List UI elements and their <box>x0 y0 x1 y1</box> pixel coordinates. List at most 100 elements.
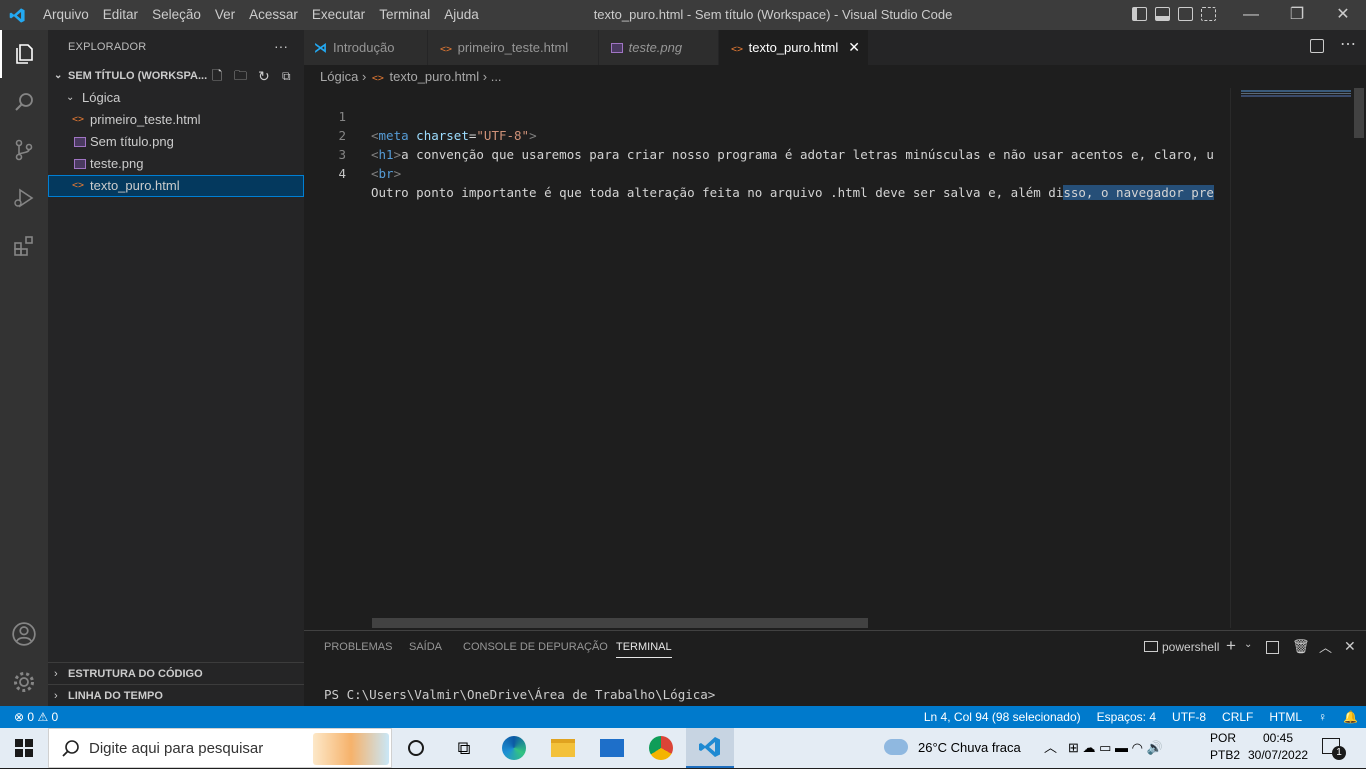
folder-logica[interactable]: ⌄ Lógica <box>48 87 304 109</box>
code-editor[interactable]: 1 <meta charset="UTF-8"> 2 <h1>a convenç… <box>304 88 1230 628</box>
language-mode[interactable]: HTML <box>1261 706 1310 728</box>
start-button[interactable] <box>0 728 48 768</box>
collapse-all-icon[interactable]: ⧉ <box>282 65 291 87</box>
more-tab-actions-icon[interactable]: ⋯ <box>1340 34 1356 54</box>
refresh-icon[interactable]: ↻ <box>258 65 270 87</box>
restore-button[interactable]: ❐ <box>1274 0 1320 30</box>
tab-texto-puro[interactable]: <> texto_puro.html ✕ <box>719 30 869 65</box>
file-item-primeiro-teste[interactable]: <> primeiro_teste.html <box>48 109 304 131</box>
close-window-button[interactable]: ✕ <box>1320 0 1366 30</box>
image-file-icon <box>74 137 86 147</box>
encoding[interactable]: UTF-8 <box>1164 706 1214 728</box>
menu-item-ver[interactable]: Ver <box>208 0 242 30</box>
editor-tabs: ⋊ Introdução <> primeiro_teste.html teste… <box>304 30 1366 65</box>
file-item-texto-puro[interactable]: <> texto_puro.html <box>48 175 304 197</box>
chrome-icon[interactable] <box>637 728 685 768</box>
breadcrumb: Lógica › <> texto_puro.html › ... <box>320 66 502 88</box>
html-file-icon: <> <box>371 73 384 84</box>
notifications-bell-icon[interactable]: 🔔 <box>1335 706 1366 728</box>
file-item-sem-titulo[interactable]: Sem título.png <box>48 131 304 153</box>
chevron-up-icon[interactable]: ︿ <box>1044 728 1057 768</box>
file-item-teste-png[interactable]: teste.png <box>48 153 304 175</box>
toggle-panel-icon[interactable] <box>1155 7 1170 21</box>
tab-introducao[interactable]: ⋊ Introdução <box>304 30 428 65</box>
clock[interactable]: 00:45 30/07/2022 <box>1248 730 1308 764</box>
tab-label: primeiro_teste.html <box>457 40 569 55</box>
weather-icon[interactable] <box>884 728 908 768</box>
terminal-prompt[interactable]: PS C:\Users\Valmir\OneDrive\Área de Trab… <box>324 687 715 702</box>
tab-saida[interactable]: SAÍDA <box>409 641 442 653</box>
tab-console-depuracao[interactable]: CONSOLE DE DEPURAÇÃO <box>463 641 608 653</box>
breadcrumb-more[interactable]: ... <box>491 69 502 84</box>
run-debug-icon[interactable] <box>0 174 48 222</box>
html-file-icon: <> <box>71 114 85 125</box>
end-of-line[interactable]: CRLF <box>1214 706 1261 728</box>
menu-item-selecao[interactable]: Seleção <box>145 0 208 30</box>
toggle-secondary-sidebar-icon[interactable] <box>1178 7 1193 21</box>
minimap-line <box>1241 93 1351 94</box>
workspace-header[interactable]: ⌄ SEM TÍTULO (WORKSPA... 🗋 🗀 ↻ ⧉ <box>48 65 304 87</box>
menu-item-acessar[interactable]: Acessar <box>242 0 305 30</box>
explorer-icon[interactable] <box>0 30 48 78</box>
terminal-shell-selector[interactable]: powershell <box>1144 640 1219 654</box>
minimize-button[interactable]: — <box>1228 0 1274 30</box>
menu-item-executar[interactable]: Executar <box>305 0 372 30</box>
feedback-icon[interactable]: ♀ <box>1310 706 1335 728</box>
breadcrumb-folder[interactable]: Lógica <box>320 69 358 84</box>
weather-text[interactable]: 26°C Chuva fraca <box>918 728 1021 768</box>
task-view-icon[interactable]: ⧉ <box>440 728 488 768</box>
menu-item-editar[interactable]: Editar <box>96 0 145 30</box>
file-explorer-icon[interactable] <box>539 728 587 768</box>
close-panel-icon[interactable]: ✕ <box>1344 638 1356 655</box>
taskbar-search-box[interactable]: Digite aqui para pesquisar <box>48 728 392 768</box>
mail-icon[interactable] <box>588 728 636 768</box>
code-line: 3 <br> <box>304 126 1230 181</box>
input-language[interactable]: POR PTB2 <box>1210 730 1240 764</box>
search-icon[interactable] <box>0 78 48 126</box>
tab-problemas[interactable]: PROBLEMAS <box>324 641 392 653</box>
breadcrumb-file[interactable]: texto_puro.html <box>390 69 480 84</box>
new-folder-icon[interactable]: 🗀 <box>234 65 247 87</box>
tab-primeiro-teste[interactable]: <> primeiro_teste.html <box>428 30 599 65</box>
trash-icon[interactable]: 🗑 <box>1292 638 1310 655</box>
chevron-down-icon[interactable]: ⌄ <box>1244 639 1252 650</box>
horizontal-scrollbar[interactable] <box>372 618 868 628</box>
notification-center-icon[interactable]: 1 <box>1322 738 1346 760</box>
extensions-icon[interactable] <box>0 222 48 270</box>
menu-item-arquivo[interactable]: Arquivo <box>36 0 96 30</box>
maximize-panel-icon[interactable]: ︿ <box>1319 637 1332 656</box>
split-editor-icon[interactable] <box>1310 39 1324 53</box>
system-tray-icons[interactable]: ⊞ ☁ ▭ ▬ ◠ 🔊 <box>1068 728 1163 768</box>
account-icon[interactable] <box>0 610 48 658</box>
settings-gear-icon[interactable] <box>0 658 48 706</box>
chevron-right-icon: › <box>482 69 491 84</box>
customize-layout-icon[interactable] <box>1201 7 1216 21</box>
menu-item-ajuda[interactable]: Ajuda <box>437 0 486 30</box>
tab-teste-png[interactable]: teste.png <box>599 30 719 65</box>
vertical-scrollbar[interactable] <box>1352 88 1366 628</box>
new-terminal-icon[interactable]: + <box>1226 636 1236 656</box>
edge-browser-icon[interactable] <box>490 728 538 768</box>
activity-bar <box>0 30 48 706</box>
toggle-sidebar-icon[interactable] <box>1132 7 1147 21</box>
scroll-thumb[interactable] <box>1354 88 1364 138</box>
source-control-icon[interactable] <box>0 126 48 174</box>
menu-item-terminal[interactable]: Terminal <box>372 0 437 30</box>
indentation[interactable]: Espaços: 4 <box>1089 706 1164 728</box>
new-file-icon[interactable]: 🗋 <box>212 65 222 87</box>
tab-label: teste.png <box>628 40 683 55</box>
minimap[interactable] <box>1230 88 1352 628</box>
vscode-taskbar-icon[interactable] <box>686 728 734 768</box>
close-tab-icon[interactable]: ✕ <box>848 39 860 55</box>
code-text: Outro ponto importante é que toda altera… <box>371 185 1214 200</box>
tab-terminal[interactable]: TERMINAL <box>616 641 672 658</box>
html-file-icon: <> <box>730 44 744 55</box>
more-actions-icon[interactable]: ··· <box>274 38 288 54</box>
cursor-position[interactable]: Ln 4, Col 94 (98 selecionado) <box>916 706 1089 728</box>
workspace-name: SEM TÍTULO (WORKSPA... <box>68 70 208 82</box>
cortana-icon[interactable] <box>392 728 440 768</box>
timeline-section[interactable]: › LINHA DO TEMPO <box>48 684 304 706</box>
outline-section[interactable]: › ESTRUTURA DO CÓDIGO <box>48 662 304 684</box>
problems-status[interactable]: ⊗ 0 ⚠ 0 <box>14 706 58 728</box>
split-terminal-icon[interactable] <box>1266 641 1279 654</box>
